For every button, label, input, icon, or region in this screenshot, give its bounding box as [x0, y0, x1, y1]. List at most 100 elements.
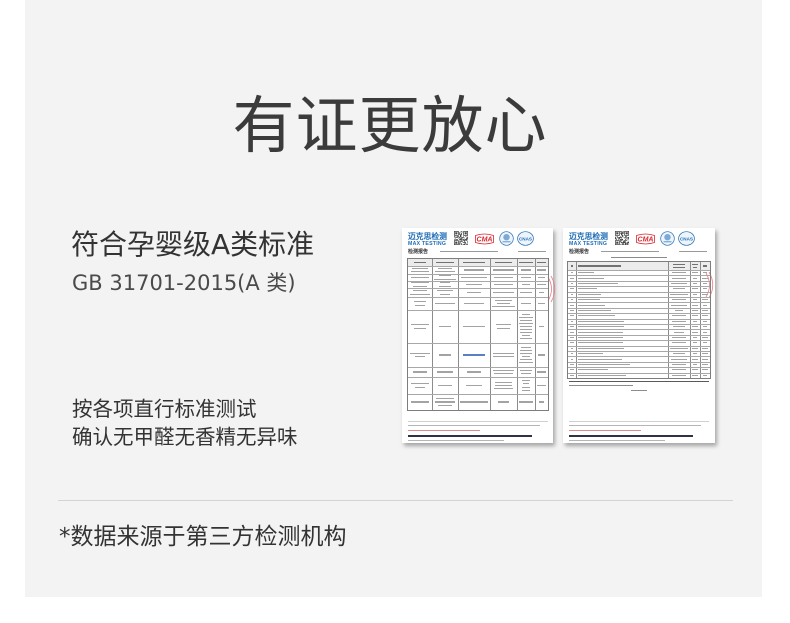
certificate-section: 有证更放心 符合孕婴级A类标准 GB 31701-2015(A 类) 按各项直行… — [0, 0, 790, 623]
report-text-line — [671, 342, 687, 344]
report-text-line — [437, 267, 453, 269]
qr-module — [621, 241, 622, 243]
report-text-line — [577, 288, 598, 290]
report-text-line — [537, 354, 546, 356]
report-text-line — [569, 342, 575, 344]
report-text-line — [495, 384, 512, 387]
qr-module — [466, 235, 468, 236]
qr-module — [458, 233, 459, 234]
qr-module — [625, 243, 627, 245]
report-text-line — [577, 272, 594, 274]
report-text-line — [577, 309, 612, 312]
report-text-line — [701, 309, 709, 312]
report-text-line — [673, 263, 685, 265]
qr-module — [626, 233, 628, 235]
qr-module — [465, 239, 467, 240]
report-text-line — [692, 353, 698, 355]
report-text-line — [537, 302, 546, 305]
qr-module — [615, 242, 616, 244]
qr-module — [457, 239, 459, 240]
qr-module — [460, 239, 462, 241]
qr-module — [619, 237, 621, 239]
qr-module — [458, 237, 460, 239]
test-report-image-1: 迈克思检测 MAX TESTING CMA CNAS 检测报告 — [402, 228, 556, 443]
qr-module — [628, 231, 629, 233]
qr-module — [628, 238, 629, 240]
report-text-line — [569, 326, 575, 328]
qr-module — [622, 239, 624, 240]
qr-module — [464, 243, 465, 245]
qr-module — [625, 241, 626, 242]
report-text-line — [414, 301, 426, 303]
qr-module — [628, 241, 629, 243]
qr-module — [622, 236, 624, 238]
qr-module — [467, 237, 468, 238]
qr-module — [623, 241, 624, 242]
report-text-line — [537, 261, 546, 264]
test-description-line-2: 确认无甲醛无香精无异味 — [72, 425, 298, 449]
ilac-logo-globe — [664, 233, 671, 240]
qr-module — [621, 232, 622, 234]
qr-module — [464, 239, 466, 240]
qr-module — [621, 231, 623, 233]
qr-module — [466, 236, 468, 238]
report-text-line — [672, 272, 686, 274]
cma-logo-icon: CMA — [636, 233, 655, 244]
qr-module — [459, 237, 461, 238]
report-text-line — [701, 369, 709, 371]
qr-module — [627, 233, 628, 235]
report-text-line — [520, 269, 532, 271]
qr-module — [617, 235, 619, 236]
report-text-line — [536, 371, 547, 373]
qr-module — [623, 232, 624, 234]
report-footer-line — [569, 430, 641, 431]
report-text-line — [521, 389, 531, 391]
qr-module — [454, 236, 456, 238]
report-text-line — [570, 272, 574, 274]
report-text-line — [570, 353, 574, 355]
qr-module — [466, 239, 467, 240]
qr-module — [627, 237, 629, 238]
qr-module — [615, 241, 616, 243]
qr-module — [456, 232, 457, 234]
qr-module — [624, 233, 626, 234]
report-text-line — [464, 269, 484, 271]
report-footer-line — [408, 425, 540, 426]
qr-module — [623, 231, 624, 232]
qr-module — [458, 237, 460, 238]
qr-module — [463, 232, 465, 234]
qr-module — [458, 236, 459, 238]
brand-logo-subtext: MAX TESTING — [569, 240, 608, 247]
qr-module — [460, 239, 462, 240]
report-text-line — [438, 285, 452, 287]
qr-module — [617, 233, 619, 235]
report-table-row-rule — [568, 275, 710, 276]
qr-module — [620, 239, 622, 241]
qr-module — [617, 233, 619, 234]
qr-module — [466, 238, 467, 240]
report-text-line — [692, 299, 698, 301]
qr-module — [464, 244, 466, 245]
qr-module — [466, 238, 468, 240]
standard-heading: 符合孕婴级A类标准 — [71, 228, 315, 261]
report-table-column-rule — [490, 259, 491, 410]
qr-module — [460, 235, 462, 237]
qr-module — [619, 240, 620, 242]
report-text-line — [494, 381, 513, 383]
qr-module — [617, 231, 619, 232]
report-text-line — [521, 386, 531, 388]
report-text-line — [519, 329, 533, 331]
qr-module — [625, 242, 626, 244]
report-footer-line — [569, 425, 701, 426]
report-text-line — [413, 290, 427, 292]
qr-module — [463, 233, 465, 235]
qr-module — [465, 233, 467, 234]
qr-module — [615, 235, 617, 236]
qr-module — [455, 239, 457, 240]
qr-module — [458, 238, 460, 240]
qr-module — [465, 231, 467, 232]
qr-module — [619, 244, 620, 245]
report-text-line — [521, 313, 531, 315]
report-text-line — [701, 353, 709, 355]
report-text-line — [702, 342, 707, 344]
